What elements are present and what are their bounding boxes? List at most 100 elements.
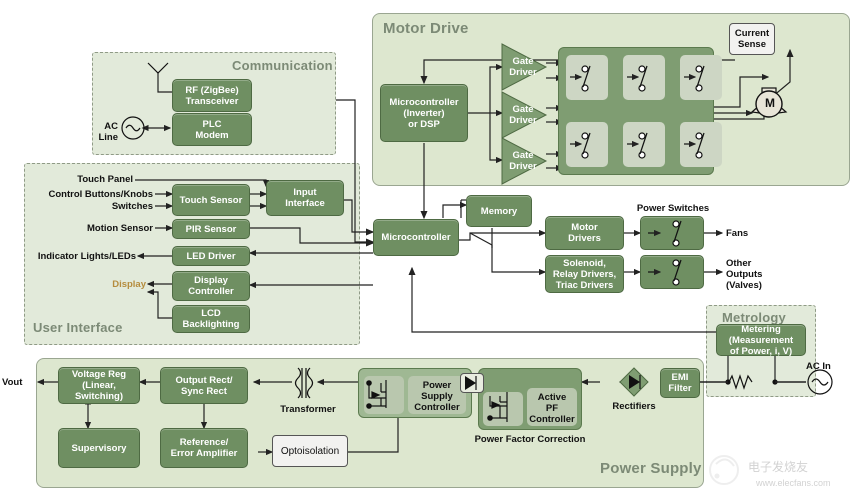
label-ac-line: AC Line <box>92 121 118 143</box>
ac-line-line1: AC <box>104 121 118 132</box>
active-pf-line1: Active <box>537 392 567 403</box>
block-power-switch-2[interactable] <box>640 255 704 289</box>
solenoid-line1: Solenoid, <box>563 257 606 269</box>
bridge-switch-cell-2 <box>623 55 665 100</box>
plc-line2: Modem <box>195 129 229 141</box>
block-pir-sensor[interactable]: PIR Sensor <box>172 219 250 239</box>
block-led-driver[interactable]: LED Driver <box>172 246 250 266</box>
watermark-site: www.elecfans.com <box>756 478 831 488</box>
block-lcd-backlighting[interactable]: LCD Backlighting <box>172 305 250 333</box>
psu-mosfet-cell <box>364 376 404 414</box>
block-solenoid-relay-triac-drivers[interactable]: Solenoid, Relay Drivers, Triac Drivers <box>545 255 624 293</box>
block-microcontroller[interactable]: Microcontroller <box>373 219 459 256</box>
block-memory[interactable]: Memory <box>466 195 532 227</box>
block-touch-sensor[interactable]: Touch Sensor <box>172 184 250 216</box>
bridge-switch-cell-4 <box>566 122 608 167</box>
label-indicator-lights: Indicator Lights/LEDs <box>37 251 136 262</box>
input-interface-line2: Interface <box>285 198 325 209</box>
voltage-reg-line3: Switching) <box>74 391 123 402</box>
output-rect-line1: Output Rect/ <box>175 374 233 386</box>
active-pf-line3: Controller <box>529 414 575 425</box>
plc-line1: PLC <box>202 118 222 130</box>
display-controller-line1: Display <box>194 275 228 286</box>
section-title-communication: Communication <box>232 58 333 73</box>
watermark-cn: 电子发烧友 <box>748 460 809 474</box>
label-other-outputs: Other Outputs (Valves) <box>726 258 762 291</box>
gate-driver-3-label: Gate Driver <box>504 150 542 172</box>
metering-line3: of Power, i, V) <box>729 345 793 357</box>
metering-line2: (Measurement <box>728 334 794 346</box>
other-outputs-line2: Outputs <box>726 269 763 280</box>
block-current-sense[interactable]: Current Sense <box>729 23 775 55</box>
bridge-switch-cell-3 <box>680 55 722 100</box>
active-pf-line2: PF <box>545 403 559 414</box>
emi-filter-line1: EMI <box>671 372 689 383</box>
label-motion-sensor: Motion Sensor <box>87 223 153 234</box>
output-rect-line2: Sync Rect <box>181 385 227 397</box>
label-vout: Vout <box>2 377 23 388</box>
label-ac-in: AC In <box>806 361 831 372</box>
other-outputs-line1: Other <box>726 258 752 269</box>
section-title-motor-drive: Motor Drive <box>383 20 469 37</box>
motor-symbol-label: M <box>765 96 775 110</box>
label-transformer: Transformer <box>280 404 336 415</box>
rf-line2: Transceiver <box>185 95 239 107</box>
block-output-rectifier[interactable]: Output Rect/ Sync Rect <box>160 367 248 404</box>
block-metering[interactable]: Metering (Measurement of Power, i, V) <box>716 323 806 357</box>
current-sense-line1: Current <box>734 28 770 39</box>
block-input-interface[interactable]: Input Interface <box>266 180 344 216</box>
emi-filter-line2: Filter <box>668 383 692 394</box>
block-display-controller[interactable]: Display Controller <box>172 271 250 301</box>
label-fans: Fans <box>726 228 749 239</box>
block-voltage-regulator[interactable]: Voltage Reg (Linear, Switching) <box>58 367 140 404</box>
motor-drivers-line2: Drivers <box>568 233 601 244</box>
label-display: Display <box>112 279 146 290</box>
label-power-switches: Power Switches <box>636 203 710 214</box>
psu-controller-line1: Power <box>422 380 452 391</box>
section-title-user-interface: User Interface <box>33 320 123 335</box>
inverter-mcu-line1: Microcontroller <box>389 96 459 108</box>
metering-line1: Metering <box>741 323 781 335</box>
bridge-switch-cell-5 <box>623 122 665 167</box>
block-plc-modem[interactable]: PLC Modem <box>172 113 252 146</box>
label-pfc: Power Factor Correction <box>474 434 586 445</box>
gate-driver-3-line1: Gate <box>512 150 534 161</box>
block-supervisory[interactable]: Supervisory <box>58 428 140 468</box>
gate-driver-3-line2: Driver <box>509 161 537 172</box>
gate-driver-2-label: Gate Driver <box>504 104 542 126</box>
label-switches: Switches <box>111 201 153 212</box>
label-control-buttons: Control Buttons/Knobs <box>48 189 153 200</box>
rf-line1: RF (ZigBee) <box>185 84 239 96</box>
gate-driver-1-line1: Gate <box>512 56 534 67</box>
ac-line-line2: Line <box>98 132 118 143</box>
pfc-input-diode-box <box>460 373 484 393</box>
lcd-backlighting-line1: LCD <box>201 308 221 319</box>
gate-driver-2-line2: Driver <box>509 115 537 126</box>
solenoid-line3: Triac Drivers <box>555 279 614 291</box>
solenoid-line2: Relay Drivers, <box>552 268 617 280</box>
block-motor-drivers[interactable]: Motor Drivers <box>545 216 624 250</box>
psu-controller-line3: Controller <box>414 402 460 413</box>
block-reference-error-amplifier[interactable]: Reference/ Error Amplifier <box>160 428 248 468</box>
block-inverter-microcontroller[interactable]: Microcontroller (Inverter) or DSP <box>380 84 468 142</box>
block-optoisolation[interactable]: Optoisolation <box>272 435 348 467</box>
section-title-power-supply: Power Supply <box>600 460 702 477</box>
block-emi-filter[interactable]: EMI Filter <box>660 368 700 398</box>
block-diagram-canvas: Motor Drive Communication User Interface… <box>0 0 854 501</box>
bridge-switch-cell-6 <box>680 122 722 167</box>
inverter-mcu-line2: (Inverter) <box>403 107 445 119</box>
input-interface-line1: Input <box>293 187 317 198</box>
display-controller-line2: Controller <box>188 286 234 297</box>
current-sense-line2: Sense <box>738 39 766 50</box>
reference-line2: Error Amplifier <box>170 448 238 459</box>
inverter-mcu-line3: or DSP <box>408 118 440 130</box>
psu-controller-line2: Supply <box>421 391 453 402</box>
block-power-switch-1[interactable] <box>640 216 704 250</box>
motor-drivers-line1: Motor <box>571 222 598 233</box>
active-pf-controller-label: Active PF Controller <box>527 392 577 425</box>
voltage-reg-line1: Voltage Reg <box>71 369 127 380</box>
bridge-switch-cell-1 <box>566 55 608 100</box>
label-touch-panel: Touch Panel <box>77 174 133 185</box>
other-outputs-line3: (Valves) <box>726 280 762 291</box>
block-rf-transceiver[interactable]: RF (ZigBee) Transceiver <box>172 79 252 112</box>
